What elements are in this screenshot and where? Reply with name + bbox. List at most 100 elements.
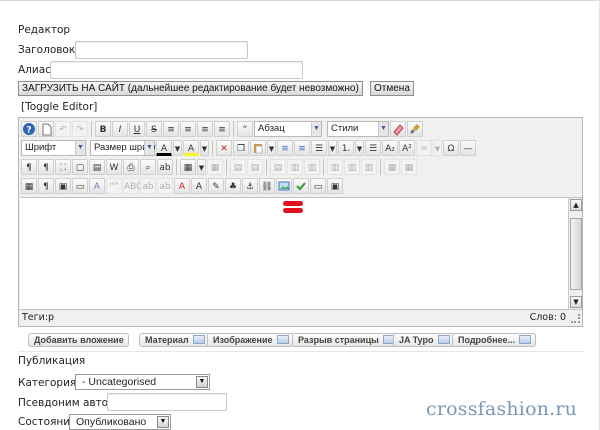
replace-icon[interactable]: ab <box>157 159 173 175</box>
image-icon[interactable] <box>276 178 292 194</box>
delete-text-icon[interactable]: ab <box>140 178 156 194</box>
row-before-icon[interactable]: ▤ <box>230 159 246 175</box>
editor-scrollbar[interactable]: ▲ ▼ <box>568 197 582 309</box>
visual-aid-icon[interactable]: ▦ <box>21 178 37 194</box>
chevron-down-icon[interactable]: ▼ <box>355 140 364 156</box>
editor-content-area[interactable] <box>20 197 568 309</box>
indent-icon[interactable]: ≡ <box>277 140 293 156</box>
format-select[interactable]: Абзац ▼ <box>254 121 322 137</box>
align-center-icon[interactable]: ≡ <box>180 121 196 137</box>
template-icon[interactable]: ▭ <box>310 178 326 194</box>
chevron-down-icon[interactable]: ▼ <box>267 140 276 156</box>
copy-icon[interactable]: ❐ <box>233 140 249 156</box>
row-props-icon[interactable]: ▦ <box>401 159 417 175</box>
highlight-color-button[interactable]: A <box>183 140 199 156</box>
visualchars-icon[interactable]: ▣ <box>327 178 343 194</box>
underline-button[interactable]: U <box>129 121 145 137</box>
alias-input[interactable] <box>50 61 303 79</box>
print-icon[interactable]: ⎙ <box>123 159 139 175</box>
scroll-down-arrow-icon[interactable]: ▼ <box>570 296 582 308</box>
col-before-icon[interactable]: ▥ <box>287 159 303 175</box>
rtl-icon[interactable]: ¶ <box>38 159 54 175</box>
blockquote-button[interactable]: “ <box>237 121 253 137</box>
path-value[interactable]: p <box>48 310 54 326</box>
link-icon[interactable]: ∞ <box>416 140 432 156</box>
paste-word-icon[interactable]: W <box>106 159 122 175</box>
horizontal-rule-icon[interactable]: — <box>460 140 476 156</box>
image-button[interactable]: Изображение <box>207 333 294 347</box>
delete-col-icon[interactable]: ▥ <box>327 159 343 175</box>
insert-text-icon[interactable]: ab <box>157 178 173 194</box>
toggle-editor-link[interactable]: [Toggle Editor] <box>21 101 97 113</box>
attributes-icon[interactable]: A <box>191 178 207 194</box>
remove-format-icon[interactable]: A <box>174 178 190 194</box>
readmore-button[interactable]: Подробнее... <box>452 333 537 347</box>
preview-icon[interactable]: ▢ <box>72 159 88 175</box>
eraser-icon[interactable] <box>390 121 406 137</box>
col-after-icon[interactable]: ▥ <box>304 159 320 175</box>
help-icon[interactable]: ? <box>21 121 37 137</box>
row-after-icon[interactable]: ▤ <box>247 159 263 175</box>
font-size-select[interactable]: Размер шрифта ▼ <box>90 140 165 156</box>
styles-select[interactable]: Стили ▼ <box>327 121 389 137</box>
scroll-up-arrow-icon[interactable]: ▲ <box>570 199 582 211</box>
table-props-icon[interactable]: ▦ <box>207 159 223 175</box>
chevron-down-icon[interactable]: ▼ <box>328 140 337 156</box>
font-select[interactable]: Шрифт ▼ <box>21 140 86 156</box>
fullscreen-icon[interactable]: ⛶ <box>55 159 71 175</box>
ja-typo-button[interactable]: JA Typo <box>393 333 455 347</box>
superscript-button[interactable]: A² <box>399 140 415 156</box>
abbreviation-icon[interactable]: A <box>89 178 105 194</box>
chevron-down-icon[interactable]: ▼ <box>173 140 182 156</box>
chevron-down-icon[interactable]: ▼ <box>200 140 209 156</box>
delete-row-icon[interactable]: ▤ <box>270 159 286 175</box>
author-alias-input[interactable] <box>107 393 227 411</box>
bold-button[interactable]: B <box>95 121 111 137</box>
outdent-icon[interactable]: ≡ <box>294 140 310 156</box>
show-blocks-button[interactable]: ¶ <box>38 178 54 194</box>
state-select[interactable]: Опубликовано ▼ <box>69 414 171 430</box>
paste-text-icon[interactable]: ▤ <box>89 159 105 175</box>
justify-full-icon[interactable]: ≡ <box>163 121 179 137</box>
align-right-icon[interactable]: ≡ <box>214 121 230 137</box>
cut-icon[interactable]: ✕ <box>216 140 232 156</box>
table-icon[interactable]: ▦ <box>180 159 196 175</box>
insert-layer-icon[interactable]: ▣ <box>55 178 71 194</box>
resize-handle-icon[interactable] <box>571 314 580 323</box>
chevron-down-icon[interactable]: ▼ <box>433 140 442 156</box>
anchor-icon[interactable]: ⚓ <box>242 178 258 194</box>
redo-icon[interactable]: ↷ <box>72 121 88 137</box>
find-icon[interactable]: ⌕ <box>140 159 156 175</box>
align-left-icon[interactable]: ≡ <box>197 121 213 137</box>
cancel-button[interactable]: Отмена <box>370 81 414 96</box>
category-select[interactable]: - Uncategorised ▼ <box>75 374 210 390</box>
acronym-icon[interactable]: ABC <box>123 178 142 194</box>
title-input[interactable] <box>75 41 248 59</box>
style-props-icon[interactable]: ✎ <box>208 178 224 194</box>
scroll-thumb[interactable] <box>570 218 582 290</box>
strikethrough-button[interactable]: S <box>146 121 162 137</box>
spellcheck-icon[interactable] <box>293 178 309 194</box>
new-document-icon[interactable] <box>38 121 54 137</box>
ltr-icon[interactable]: ¶ <box>21 159 37 175</box>
chevron-down-icon[interactable]: ▼ <box>197 159 206 175</box>
paint-brush-icon[interactable] <box>407 121 423 137</box>
cite-icon[interactable]: “” <box>106 178 122 194</box>
split-cells-icon[interactable]: ▥ <box>344 159 360 175</box>
italic-button[interactable]: I <box>112 121 128 137</box>
article-button[interactable]: Материал <box>139 333 210 347</box>
merge-cells-icon[interactable]: ▥ <box>361 159 377 175</box>
ordered-list-button[interactable]: 1. <box>338 140 354 156</box>
list-style-icon[interactable]: ☰ <box>365 140 381 156</box>
cell-props-icon[interactable]: ▦ <box>384 159 400 175</box>
upload-button[interactable]: ЗАГРУЗИТЬ НА САЙТ (дальнейшее редактиров… <box>18 81 363 96</box>
insert-link-icon[interactable]: ⛓ <box>259 178 275 194</box>
pagebreak-button[interactable]: Разрыв страницы <box>292 333 400 347</box>
subscript-button[interactable]: A₂ <box>382 140 398 156</box>
non-breaking-icon[interactable]: ♣ <box>225 178 241 194</box>
undo-icon[interactable]: ↶ <box>55 121 71 137</box>
media-icon[interactable]: ▭ <box>72 178 88 194</box>
special-char-button[interactable]: Ω <box>443 140 459 156</box>
font-color-button[interactable]: A <box>156 140 172 156</box>
unordered-list-icon[interactable]: ☰ <box>311 140 327 156</box>
